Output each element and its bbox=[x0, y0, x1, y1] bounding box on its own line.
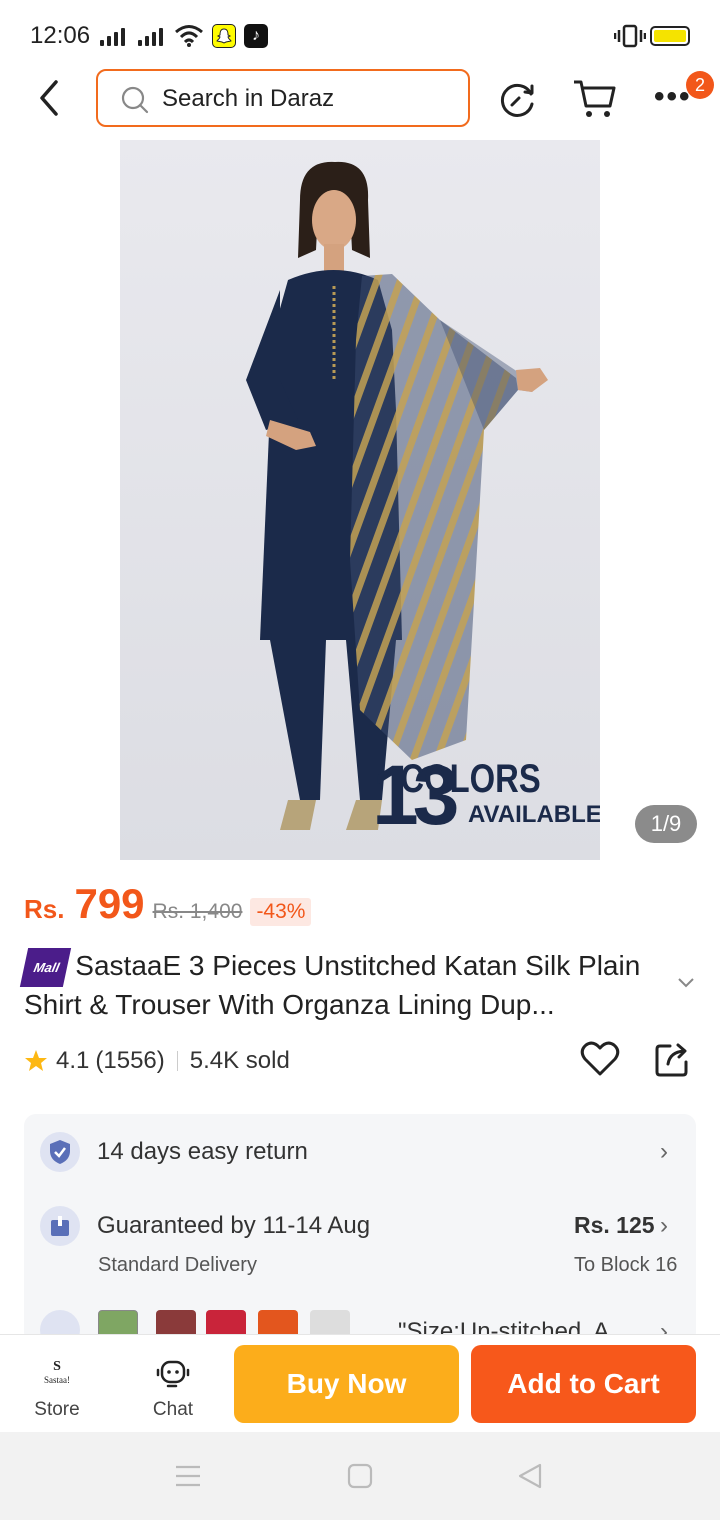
store-logo-icon: S bbox=[53, 1359, 61, 1374]
chevron-right-icon: › bbox=[660, 1212, 668, 1239]
store-logo-sub: Sastaa! bbox=[44, 1375, 70, 1385]
delivery-guarantee-text: Guaranteed by 11-14 Aug bbox=[97, 1212, 371, 1239]
notification-badge: 2 bbox=[686, 71, 714, 99]
back-nav-icon[interactable] bbox=[516, 1462, 544, 1490]
vibrate-icon bbox=[614, 24, 646, 48]
price-row: Rs. 799 Rs. 1,400 -43% bbox=[24, 880, 312, 936]
overlay-colors: COLORS bbox=[400, 756, 540, 801]
top-bar: Search in Daraz ••• 2 bbox=[0, 66, 720, 132]
product-title: Mall SastaaE 3 Pieces Unstitched Katan Si… bbox=[19, 948, 674, 1022]
chat-icon bbox=[156, 1360, 190, 1388]
rating-count: (1556) bbox=[95, 1047, 165, 1074]
share-icon[interactable] bbox=[654, 1040, 692, 1078]
star-icon bbox=[25, 1050, 47, 1071]
sold-count: 5.4K sold bbox=[189, 1047, 290, 1074]
recent-apps-icon[interactable] bbox=[174, 1464, 202, 1488]
rating-score: 4.1 bbox=[56, 1047, 90, 1074]
home-icon[interactable] bbox=[346, 1462, 374, 1490]
discount-badge: -43% bbox=[250, 898, 312, 926]
more-options-icon[interactable]: ••• bbox=[654, 82, 692, 112]
divider bbox=[176, 1051, 178, 1071]
add-to-cart-button[interactable]: Add to Cart bbox=[471, 1345, 696, 1423]
history-icon[interactable] bbox=[498, 80, 538, 120]
status-bar: 12:06 ♪ bbox=[0, 0, 720, 66]
delivery-location: To Block 16 bbox=[574, 1254, 678, 1276]
store-tab[interactable]: S Sastaa! Store bbox=[12, 1335, 102, 1433]
signal-icon-2 bbox=[138, 26, 163, 46]
overlay-available: AVAILABLE bbox=[468, 801, 600, 828]
price-currency: Rs. bbox=[24, 894, 65, 924]
buy-now-button[interactable]: Buy Now bbox=[234, 1345, 459, 1423]
system-nav-bar bbox=[0, 1432, 720, 1520]
signal-icon bbox=[100, 26, 125, 46]
tiktok-icon: ♪ bbox=[244, 24, 268, 48]
search-icon bbox=[121, 86, 149, 114]
image-counter: 1/9 bbox=[635, 805, 697, 843]
price-current: 799 bbox=[74, 880, 145, 927]
product-title-text: SastaaE 3 Pieces Unstitched Katan Silk P… bbox=[24, 950, 641, 1020]
delivery-type-text: Standard Delivery bbox=[98, 1254, 257, 1276]
status-time: 12:06 bbox=[30, 22, 91, 49]
store-label: Store bbox=[34, 1399, 80, 1420]
rating-row[interactable]: 4.1 (1556) 5.4K sold bbox=[24, 1042, 290, 1080]
wifi-icon bbox=[175, 25, 203, 47]
chevron-right-icon: › bbox=[660, 1138, 668, 1165]
cart-icon[interactable] bbox=[572, 78, 618, 120]
return-policy-text: 14 days easy return bbox=[97, 1138, 308, 1165]
product-photo-illustration: 13 COLORS AVAILABLE bbox=[120, 140, 600, 860]
expand-title-chevron-icon[interactable] bbox=[676, 976, 696, 990]
service-card: 14 days easy return › Guaranteed by 11-1… bbox=[24, 1114, 696, 1344]
search-placeholder: Search in Daraz bbox=[162, 85, 335, 112]
delivery-fee: Rs. 125 bbox=[574, 1212, 655, 1238]
chat-label: Chat bbox=[152, 1399, 194, 1420]
bottom-action-bar: S Sastaa! Store Chat Buy Now Add to Cart bbox=[0, 1334, 720, 1432]
search-input[interactable]: Search in Daraz bbox=[96, 69, 470, 127]
chat-tab[interactable]: Chat bbox=[128, 1335, 218, 1433]
price-original: Rs. 1,400 bbox=[152, 900, 243, 923]
wishlist-heart-icon[interactable] bbox=[580, 1040, 620, 1078]
back-arrow-icon[interactable] bbox=[34, 78, 64, 118]
shield-check-icon bbox=[40, 1132, 80, 1172]
battery-icon bbox=[650, 26, 690, 46]
snapchat-icon bbox=[212, 24, 236, 48]
product-image[interactable]: 13 COLORS AVAILABLE bbox=[120, 140, 600, 860]
delivery-box-icon bbox=[40, 1206, 80, 1246]
mall-badge: Mall bbox=[19, 948, 72, 987]
